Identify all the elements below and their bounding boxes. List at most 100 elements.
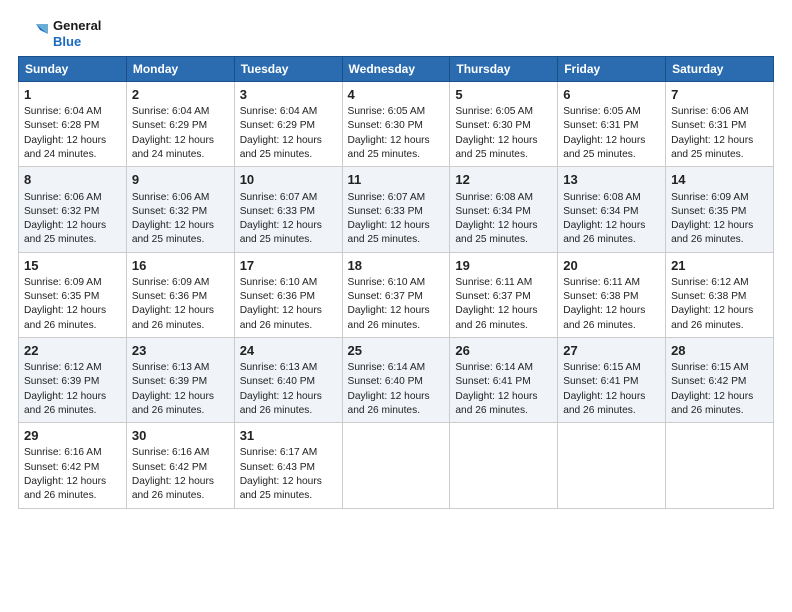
daylight-text: Daylight: 12 hours and 26 minutes.: [671, 305, 753, 330]
daylight-text: Daylight: 12 hours and 26 minutes.: [24, 476, 106, 501]
sunset-text: Sunset: 6:41 PM: [455, 376, 530, 387]
calendar-day-cell: 9Sunrise: 6:06 AMSunset: 6:32 PMDaylight…: [126, 167, 234, 252]
calendar-day-cell: 7Sunrise: 6:06 AMSunset: 6:31 PMDaylight…: [666, 82, 774, 167]
calendar-week-row: 15 Sunrise: 6:09 AM Sunset: 6:35 PM Dayligh…: [19, 252, 774, 337]
daylight-text: Daylight: 12 hours and 26 minutes.: [563, 220, 645, 245]
day-number: 25: [348, 342, 445, 360]
daylight-text: Daylight: 12 hours and 26 minutes.: [671, 391, 753, 416]
day-number: 15: [24, 257, 121, 275]
sunset-text: Sunset: 6:37 PM: [348, 291, 423, 302]
sunrise-text: Sunrise: 6:09 AM: [24, 277, 102, 288]
sunrise-text: Sunrise: 6:14 AM: [455, 362, 533, 373]
sunrise-text: Sunrise: 6:06 AM: [132, 192, 210, 203]
day-number: 3: [240, 86, 337, 104]
calendar-day-cell: 10Sunrise: 6:07 AMSunset: 6:33 PMDayligh…: [234, 167, 342, 252]
sunrise-text: Sunrise: 6:14 AM: [348, 362, 426, 373]
calendar-day-cell: 8Sunrise: 6:06 AMSunset: 6:32 PMDaylight…: [19, 167, 127, 252]
sunrise-text: Sunrise: 6:06 AM: [671, 106, 749, 117]
sunrise-text: Sunrise: 6:07 AM: [348, 192, 426, 203]
day-number: 20: [563, 257, 660, 275]
calendar-day-cell: 12Sunrise: 6:08 AMSunset: 6:34 PMDayligh…: [450, 167, 558, 252]
day-number: 29: [24, 427, 121, 445]
calendar-day-cell: 16 Sunrise: 6:09 AM Sunset: 6:36 PM Dayligh…: [126, 252, 234, 337]
sunset-text: Sunset: 6:35 PM: [671, 206, 746, 217]
sunrise-text: Sunrise: 6:11 AM: [455, 277, 532, 288]
calendar-day-cell: [666, 423, 774, 508]
calendar-day-cell: 20 Sunrise: 6:11 AM Sunset: 6:38 PM Dayligh…: [558, 252, 666, 337]
day-number: 21: [671, 257, 768, 275]
calendar-day-cell: 23Sunrise: 6:13 AMSunset: 6:39 PMDayligh…: [126, 337, 234, 422]
sunrise-text: Sunrise: 6:04 AM: [132, 106, 210, 117]
daylight-text: Daylight: 12 hours and 26 minutes.: [671, 220, 753, 245]
sunset-text: Sunset: 6:43 PM: [240, 462, 315, 473]
calendar-day-cell: 1Sunrise: 6:04 AMSunset: 6:28 PMDaylight…: [19, 82, 127, 167]
calendar-day-header: Wednesday: [342, 57, 450, 82]
sunrise-text: Sunrise: 6:05 AM: [563, 106, 641, 117]
sunset-text: Sunset: 6:29 PM: [240, 120, 315, 131]
sunset-text: Sunset: 6:32 PM: [132, 206, 207, 217]
sunrise-text: Sunrise: 6:05 AM: [455, 106, 533, 117]
daylight-text: Daylight: 12 hours and 26 minutes.: [348, 305, 430, 330]
calendar-week-row: 1Sunrise: 6:04 AMSunset: 6:28 PMDaylight…: [19, 82, 774, 167]
calendar-header-row: SundayMondayTuesdayWednesdayThursdayFrid…: [19, 57, 774, 82]
calendar-day-cell: 22Sunrise: 6:12 AMSunset: 6:39 PMDayligh…: [19, 337, 127, 422]
sunrise-text: Sunrise: 6:09 AM: [671, 192, 749, 203]
daylight-text: Daylight: 12 hours and 26 minutes.: [348, 391, 430, 416]
calendar-day-cell: 3Sunrise: 6:04 AMSunset: 6:29 PMDaylight…: [234, 82, 342, 167]
sunset-text: Sunset: 6:40 PM: [348, 376, 423, 387]
daylight-text: Daylight: 12 hours and 24 minutes.: [132, 135, 214, 160]
calendar-day-cell: 30Sunrise: 6:16 AMSunset: 6:42 PMDayligh…: [126, 423, 234, 508]
daylight-text: Daylight: 12 hours and 26 minutes.: [132, 305, 214, 330]
day-number: 19: [455, 257, 552, 275]
day-number: 8: [24, 171, 121, 189]
calendar-day-cell: 25 Sunrise: 6:14 AM Sunset: 6:40 PM Dayligh…: [342, 337, 450, 422]
day-number: 6: [563, 86, 660, 104]
calendar-day-header: Monday: [126, 57, 234, 82]
sunset-text: Sunset: 6:38 PM: [563, 291, 638, 302]
calendar-day-cell: 2Sunrise: 6:04 AMSunset: 6:29 PMDaylight…: [126, 82, 234, 167]
sunrise-text: Sunrise: 6:11 AM: [563, 277, 640, 288]
calendar-table: SundayMondayTuesdayWednesdayThursdayFrid…: [18, 56, 774, 509]
calendar-day-header: Friday: [558, 57, 666, 82]
sunrise-text: Sunrise: 6:08 AM: [563, 192, 641, 203]
calendar-day-cell: [450, 423, 558, 508]
logo: General Blue: [18, 18, 101, 50]
sunrise-text: Sunrise: 6:13 AM: [240, 362, 318, 373]
calendar-day-cell: 24Sunrise: 6:13 AMSunset: 6:40 PMDayligh…: [234, 337, 342, 422]
daylight-text: Daylight: 12 hours and 25 minutes.: [563, 135, 645, 160]
logo-line1: General: [53, 18, 101, 34]
logo-line2: Blue: [53, 34, 101, 50]
daylight-text: Daylight: 12 hours and 25 minutes.: [24, 220, 106, 245]
sunset-text: Sunset: 6:42 PM: [24, 462, 99, 473]
daylight-text: Daylight: 12 hours and 26 minutes.: [563, 305, 645, 330]
day-number: 22: [24, 342, 121, 360]
sunrise-text: Sunrise: 6:09 AM: [132, 277, 210, 288]
calendar-day-header: Sunday: [19, 57, 127, 82]
sunset-text: Sunset: 6:35 PM: [24, 291, 99, 302]
sunset-text: Sunset: 6:31 PM: [671, 120, 746, 131]
day-number: 30: [132, 427, 229, 445]
calendar-day-cell: [342, 423, 450, 508]
calendar-day-header: Saturday: [666, 57, 774, 82]
sunset-text: Sunset: 6:37 PM: [455, 291, 530, 302]
sunset-text: Sunset: 6:39 PM: [132, 376, 207, 387]
sunrise-text: Sunrise: 6:16 AM: [24, 447, 102, 458]
day-number: 7: [671, 86, 768, 104]
sunset-text: Sunset: 6:36 PM: [132, 291, 207, 302]
sunrise-text: Sunrise: 6:16 AM: [132, 447, 210, 458]
calendar-day-cell: 11Sunrise: 6:07 AMSunset: 6:33 PMDayligh…: [342, 167, 450, 252]
day-number: 4: [348, 86, 445, 104]
calendar-day-header: Tuesday: [234, 57, 342, 82]
sunrise-text: Sunrise: 6:12 AM: [671, 277, 749, 288]
calendar-day-cell: 4Sunrise: 6:05 AMSunset: 6:30 PMDaylight…: [342, 82, 450, 167]
calendar-day-cell: 5Sunrise: 6:05 AMSunset: 6:30 PMDaylight…: [450, 82, 558, 167]
page-container: General Blue SundayMondayTuesdayWednesda…: [0, 0, 792, 519]
calendar-day-cell: 17Sunrise: 6:10 AMSunset: 6:36 PMDayligh…: [234, 252, 342, 337]
calendar-day-cell: 26Sunrise: 6:14 AMSunset: 6:41 PMDayligh…: [450, 337, 558, 422]
day-number: 10: [240, 171, 337, 189]
day-number: 16: [132, 257, 229, 275]
sunset-text: Sunset: 6:38 PM: [671, 291, 746, 302]
daylight-text: Daylight: 12 hours and 26 minutes.: [132, 391, 214, 416]
daylight-text: Daylight: 12 hours and 25 minutes.: [132, 220, 214, 245]
day-number: 31: [240, 427, 337, 445]
